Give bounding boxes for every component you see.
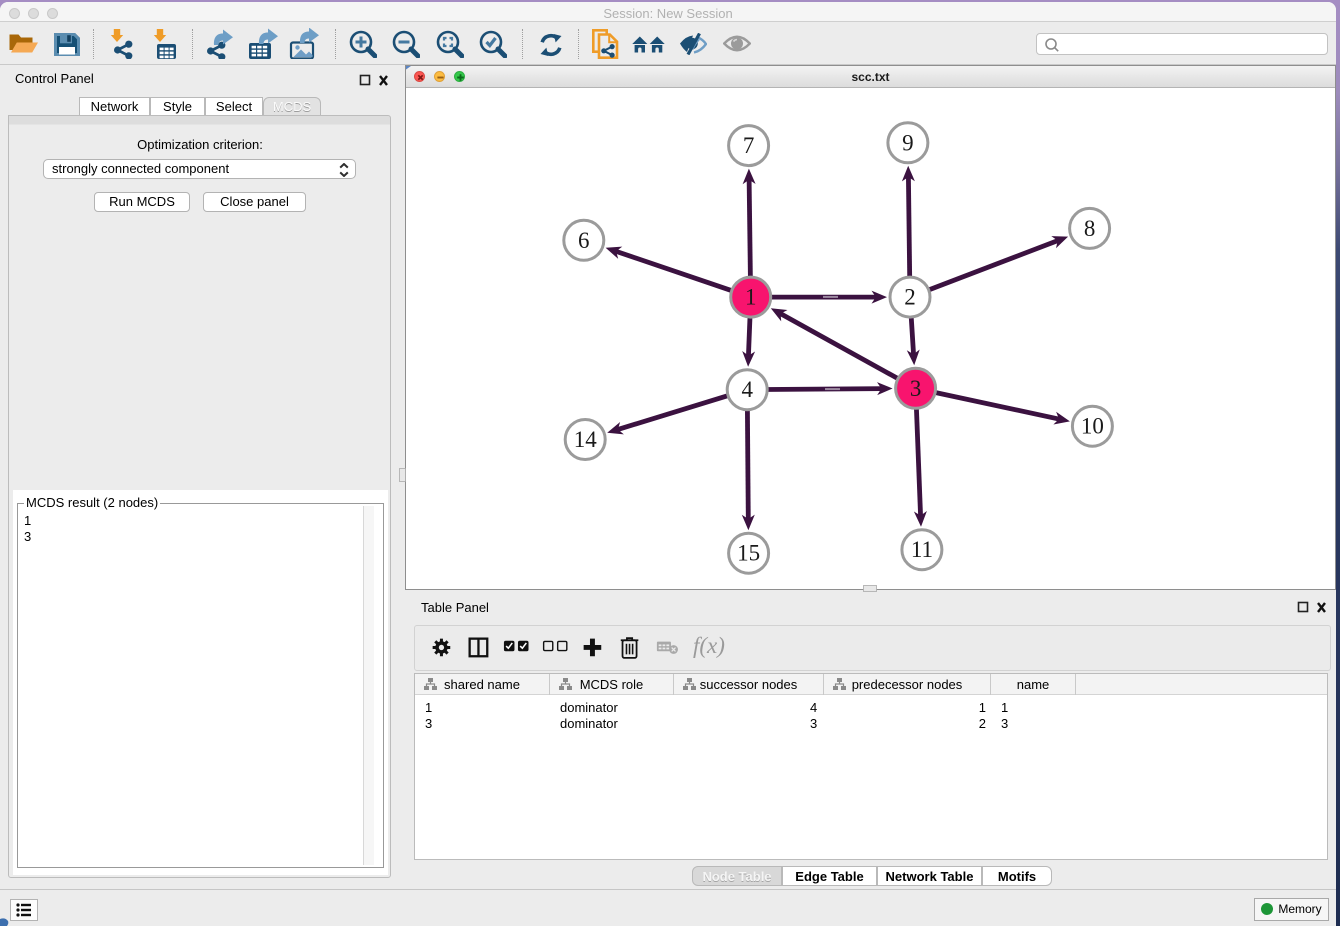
svg-text:3: 3 bbox=[910, 376, 922, 401]
svg-text:10: 10 bbox=[1081, 414, 1104, 439]
svg-text:6: 6 bbox=[578, 228, 590, 253]
svg-text:9: 9 bbox=[902, 130, 914, 155]
svg-text:1: 1 bbox=[745, 285, 757, 310]
svg-text:7: 7 bbox=[743, 133, 755, 158]
svg-text:2: 2 bbox=[904, 285, 916, 310]
svg-text:8: 8 bbox=[1084, 216, 1096, 241]
svg-text:15: 15 bbox=[737, 541, 760, 566]
svg-text:4: 4 bbox=[741, 377, 753, 402]
svg-text:11: 11 bbox=[911, 537, 933, 562]
svg-text:14: 14 bbox=[574, 427, 598, 452]
